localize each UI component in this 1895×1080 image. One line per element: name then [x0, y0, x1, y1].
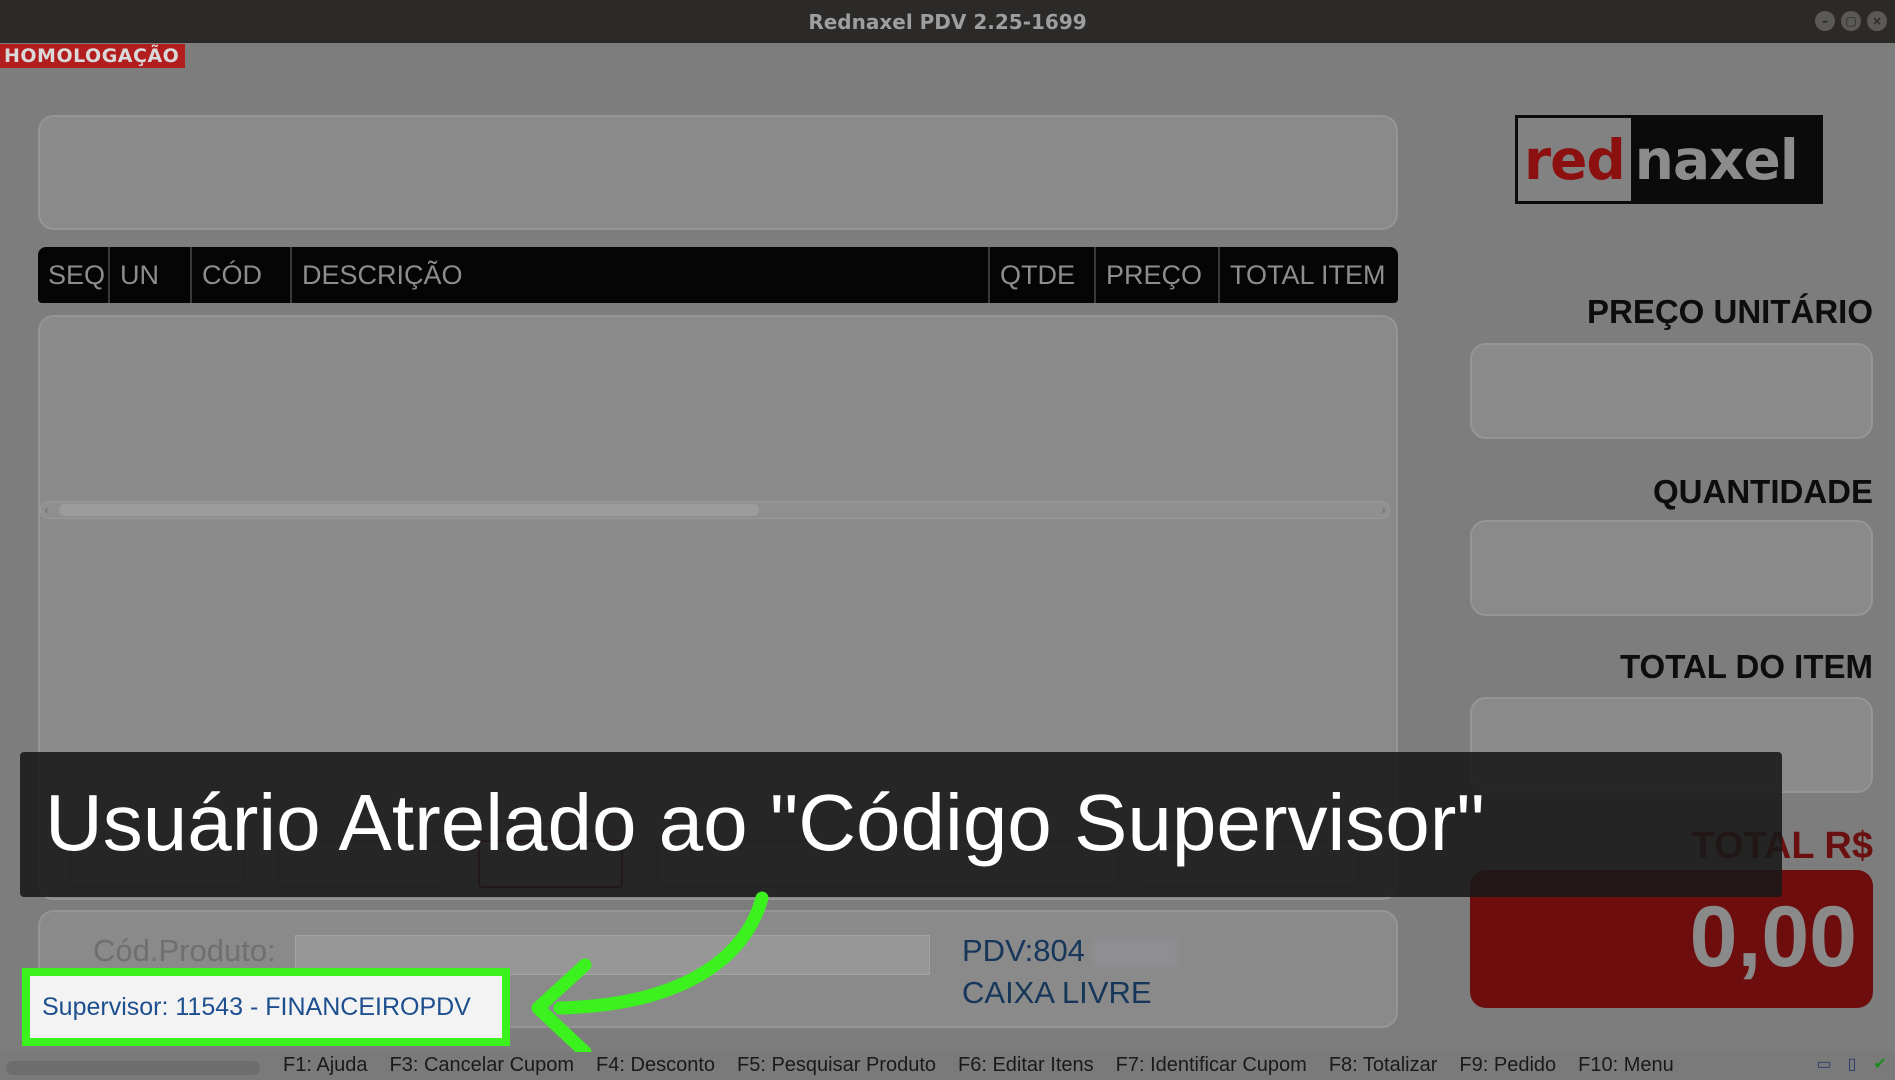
- rednaxel-logo: red naxel: [1515, 115, 1823, 204]
- col-un: UN: [110, 247, 192, 303]
- redacted-value: [1092, 938, 1178, 967]
- fkey-f7[interactable]: F7: Identificar Cupom: [1116, 1054, 1307, 1077]
- maximize-icon[interactable]: ▢: [1841, 11, 1861, 31]
- fkey-f1[interactable]: F1: Ajuda: [283, 1054, 368, 1077]
- col-qtde: QTDE: [990, 247, 1096, 303]
- fkey-f4[interactable]: F4: Desconto: [596, 1054, 715, 1077]
- items-table-header: SEQ UN CÓD DESCRIÇÃO QTDE PREÇO TOTAL IT…: [38, 247, 1398, 303]
- col-seq: SEQ: [38, 247, 110, 303]
- status-icons: ▭ ▯ ✔: [1813, 1054, 1891, 1076]
- status-progress: [6, 1061, 260, 1075]
- pdv-info: PDV:804 CAIXA LIVRE: [962, 930, 1178, 1014]
- minimize-icon[interactable]: –: [1815, 11, 1835, 31]
- window-icon[interactable]: ▭: [1813, 1054, 1835, 1076]
- cod-produto-label: Cód.Produto:: [93, 933, 276, 968]
- logo-part-red: red: [1518, 118, 1631, 201]
- window-controls: – ▢ ×: [1815, 11, 1887, 31]
- fkey-f8[interactable]: F8: Totalizar: [1329, 1054, 1438, 1077]
- scroll-right-icon[interactable]: ›: [1381, 502, 1386, 518]
- col-descricao: DESCRIÇÃO: [292, 247, 990, 303]
- fkey-f9[interactable]: F9: Pedido: [1459, 1054, 1556, 1077]
- message-panel: [38, 115, 1398, 230]
- preco-unitario-box: [1470, 343, 1873, 439]
- scrollbar-thumb[interactable]: [59, 504, 759, 516]
- fkey-f3[interactable]: F3: Cancelar Cupom: [390, 1054, 575, 1077]
- window-title: Rednaxel PDV 2.25-1699: [808, 9, 1087, 34]
- fkey-f5[interactable]: F5: Pesquisar Produto: [737, 1054, 936, 1077]
- supervisor-highlight: Supervisor: 11543 - FINANCEIROPDV: [22, 968, 510, 1046]
- document-icon[interactable]: ▯: [1841, 1054, 1863, 1076]
- col-cod: CÓD: [192, 247, 292, 303]
- check-icon: ✔: [1873, 1056, 1887, 1073]
- quantidade-box: [1470, 520, 1873, 616]
- window-titlebar: Rednaxel PDV 2.25-1699 – ▢ ×: [0, 0, 1895, 43]
- fkey-f10[interactable]: F10: Menu: [1578, 1054, 1674, 1077]
- fkey-f6[interactable]: F6: Editar Itens: [958, 1054, 1094, 1077]
- scroll-left-icon[interactable]: ‹: [44, 502, 49, 518]
- horizontal-scrollbar[interactable]: ‹ ›: [40, 501, 1390, 519]
- status-bar: F1: Ajuda F3: Cancelar Cupom F4: Descont…: [0, 1052, 1895, 1080]
- function-key-list: F1: Ajuda F3: Cancelar Cupom F4: Descont…: [283, 1054, 1696, 1077]
- preco-unitario-label: PREÇO UNITÁRIO: [1586, 293, 1873, 330]
- col-total-item: TOTAL ITEM: [1230, 259, 1386, 290]
- pdv-number: PDV:804: [962, 933, 1085, 968]
- supervisor-text: Supervisor: 11543 - FINANCEIROPDV: [42, 992, 471, 1021]
- close-icon[interactable]: ×: [1867, 11, 1887, 31]
- caixa-status: CAIXA LIVRE: [962, 975, 1152, 1010]
- quantidade-label: QUANTIDADE: [1653, 473, 1873, 510]
- tutorial-caption: Usuário Atrelado ao "Código Supervisor": [20, 752, 1782, 897]
- total-do-item-label: TOTAL DO ITEM: [1620, 648, 1873, 685]
- environment-badge: HOMOLOGAÇÃO: [0, 44, 186, 68]
- col-preco: PREÇO: [1096, 247, 1220, 303]
- logo-part-naxel: naxel: [1634, 127, 1799, 192]
